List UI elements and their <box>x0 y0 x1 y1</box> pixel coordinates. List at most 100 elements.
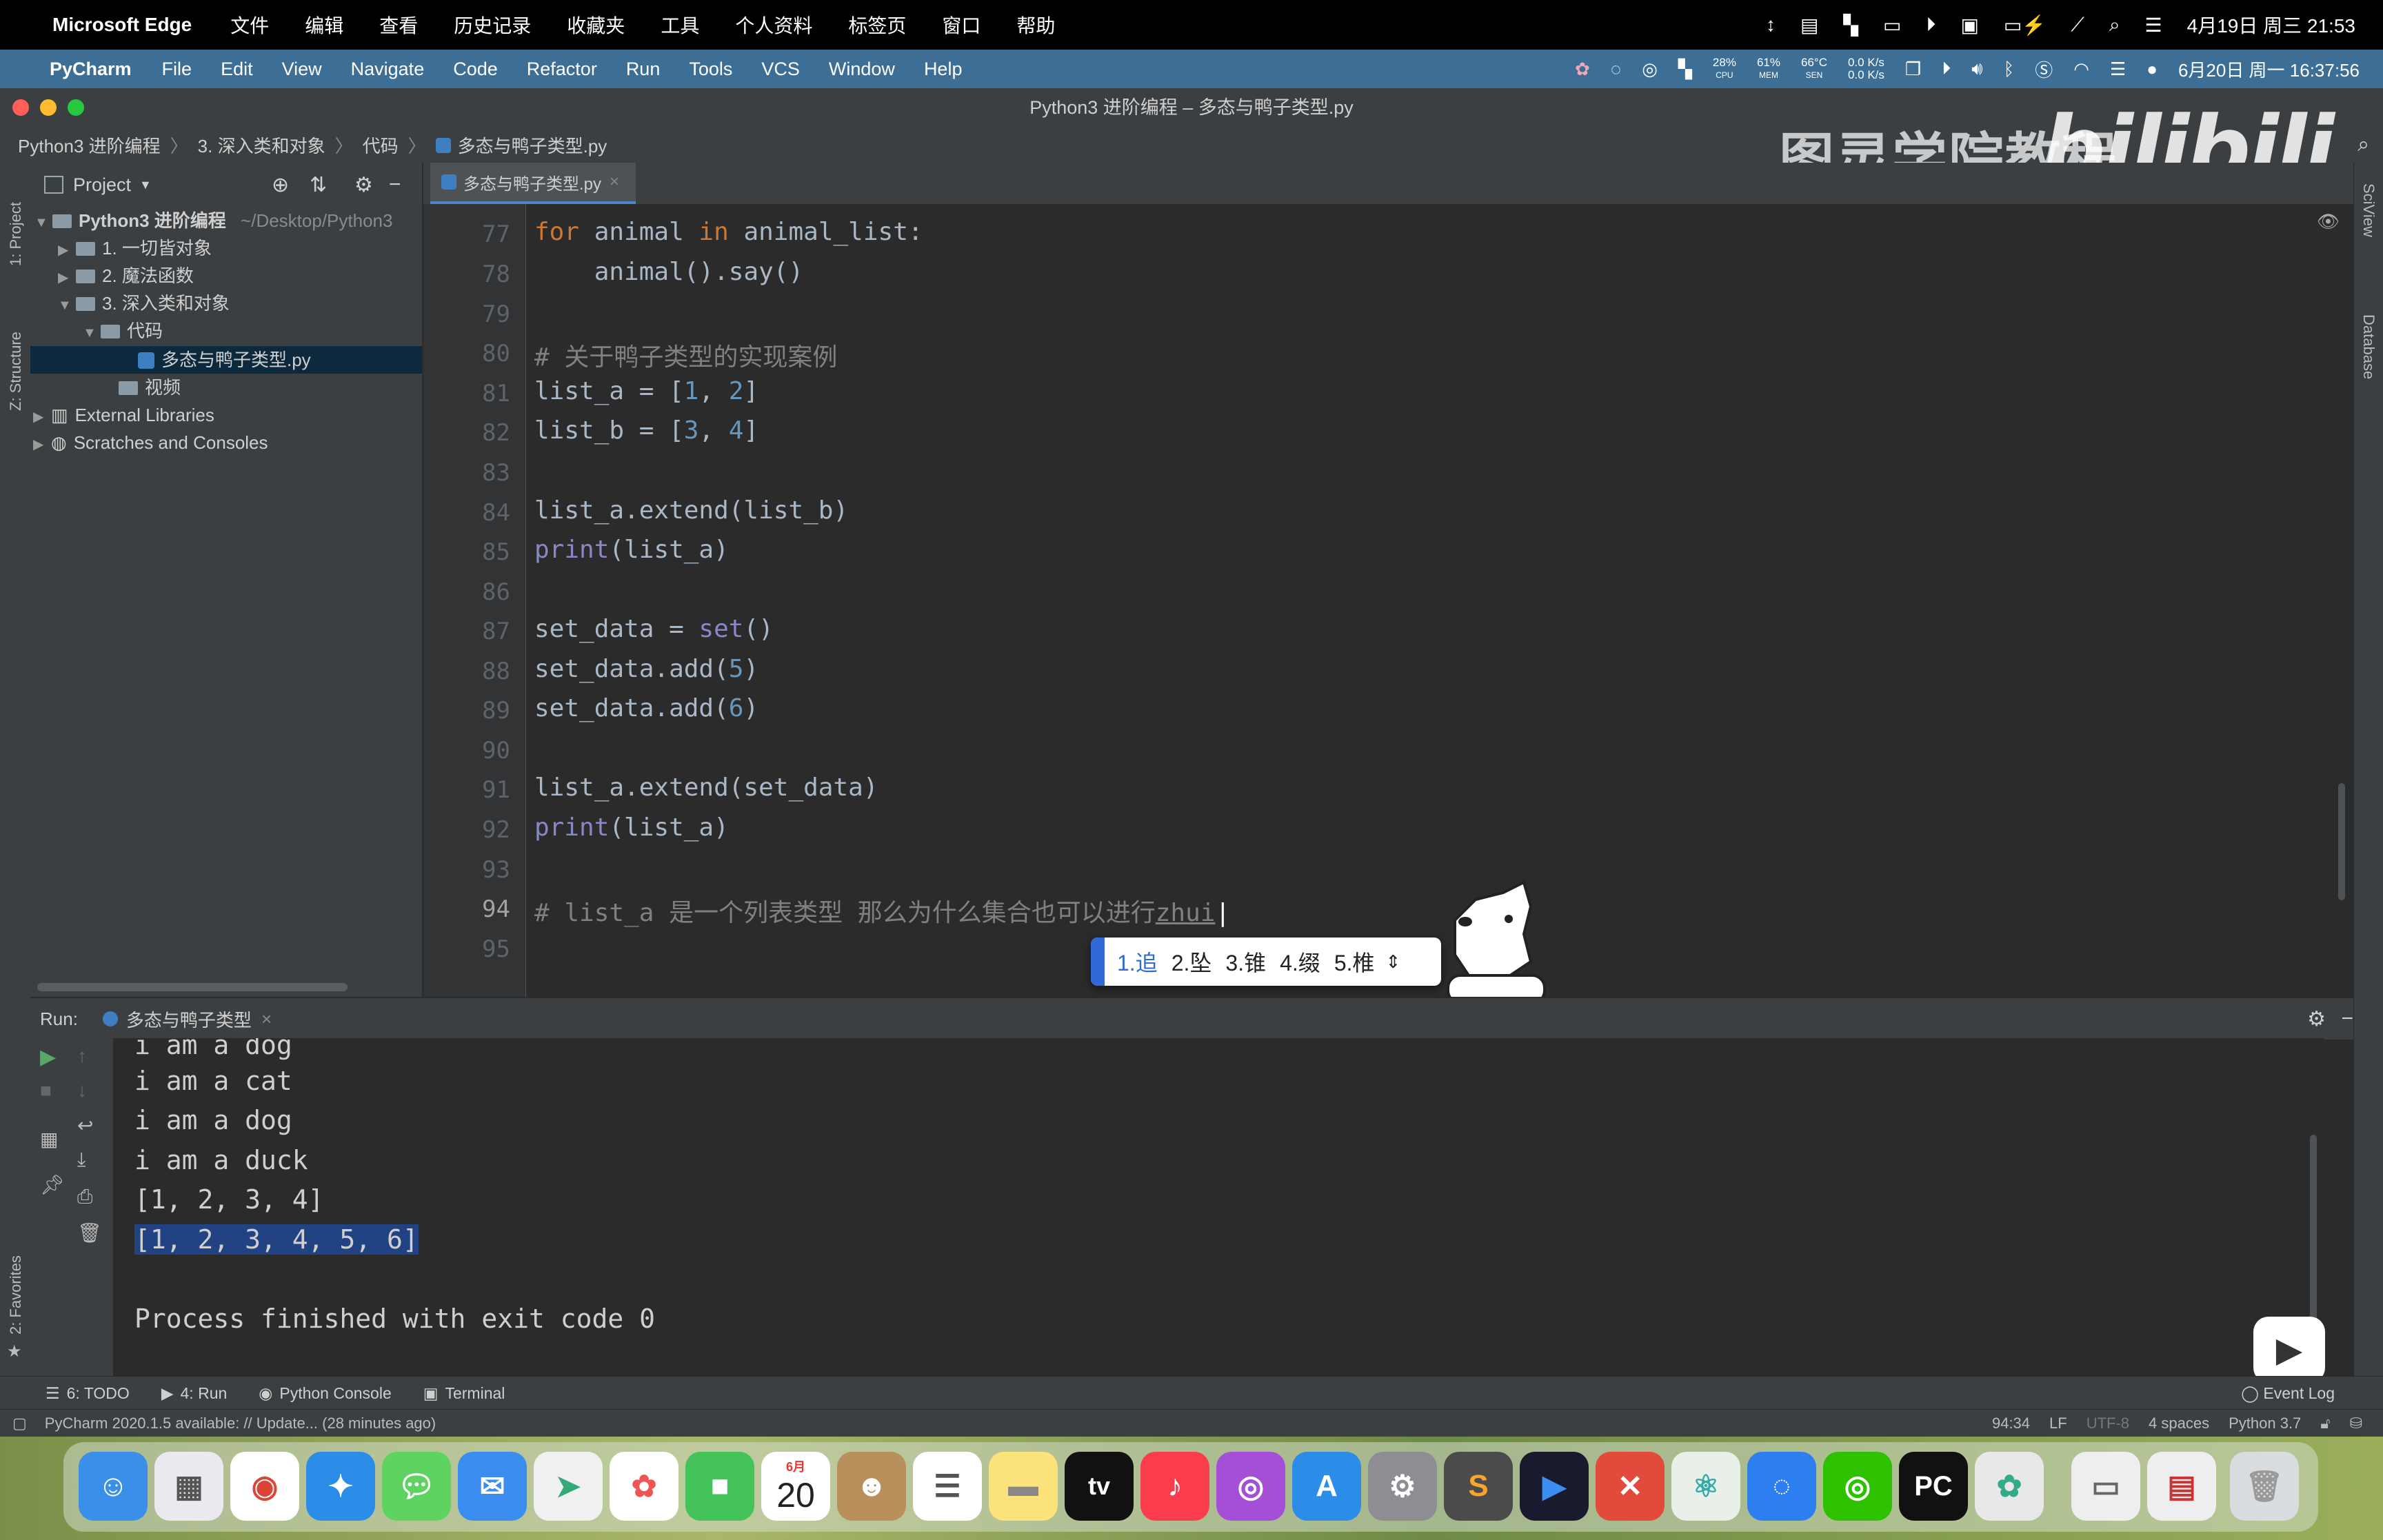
ab-icon[interactable]: ▣ <box>1960 14 1978 37</box>
apple-tv-icon[interactable]: tv <box>1065 1452 1134 1521</box>
notes-icon[interactable]: ▬ <box>989 1452 1058 1521</box>
breadcrumb-project[interactable]: Python3 进阶编程 <box>18 132 161 158</box>
pc-clock[interactable]: 6月20日 周一 16:37:56 <box>2178 57 2360 82</box>
ime-candidate[interactable]: 1.追 <box>1117 946 1158 977</box>
chat-icon[interactable]: ◌ <box>1611 59 1621 80</box>
mac-menu-tabs[interactable]: 标签页 <box>848 11 906 39</box>
pc-menu-run[interactable]: Run <box>626 59 661 80</box>
vertical-scrollbar[interactable] <box>2338 783 2345 900</box>
flower-icon[interactable]: ✿ <box>1575 59 1590 80</box>
tab-active-file[interactable]: 多态与鸭子类型.py × <box>430 163 636 204</box>
mail-icon[interactable]: ✉ <box>458 1452 527 1521</box>
control-center-icon[interactable]: ☰ <box>2110 59 2126 80</box>
window-icon[interactable]: ❐ <box>1905 59 1921 80</box>
pc-menu-vcs[interactable]: VCS <box>761 59 800 80</box>
memory-indicator-icon[interactable]: ⛁ <box>2350 1415 2362 1432</box>
pc-menu-navigate[interactable]: Navigate <box>351 59 425 80</box>
contacts-icon[interactable]: ☻ <box>837 1452 906 1521</box>
collapse-icon[interactable]: ⇅ <box>310 173 327 197</box>
player-icon[interactable]: ▶ <box>1520 1452 1589 1521</box>
sciview-tool-button[interactable]: SciView <box>2360 183 2377 237</box>
pc-menu-tools[interactable]: Tools <box>689 59 732 80</box>
chevron-right-icon[interactable]: ▶ <box>58 264 76 292</box>
chevron-down-icon[interactable]: ▼ <box>34 209 52 236</box>
wifi-icon[interactable]: ◠ <box>2073 59 2089 80</box>
sensor-meter[interactable]: 66°C SEN <box>1801 57 1827 81</box>
mac-menu-profile[interactable]: 个人资料 <box>735 11 812 39</box>
network-meter[interactable]: 0.0 K/s 0.0 K/s <box>1848 57 1884 81</box>
podcasts-icon[interactable]: ◎ <box>1216 1452 1285 1521</box>
chevron-right-icon[interactable]: ▶ <box>58 236 76 264</box>
sublime-text-icon[interactable]: S <box>1444 1452 1513 1521</box>
chevron-down-icon[interactable]: ▼ <box>83 319 101 347</box>
messages-icon[interactable]: 💬︎ <box>382 1452 451 1521</box>
ime-page-arrows-icon[interactable]: ⇕ <box>1386 951 1401 973</box>
trash-icon[interactable]: 🗑︎ <box>2230 1452 2299 1521</box>
ime-candidate[interactable]: 2.坠 <box>1172 946 1212 977</box>
tree-item[interactable]: ▶ 2. 魔法函数 <box>58 262 194 290</box>
locate-icon[interactable]: ⊕ <box>272 173 289 197</box>
mac-menu-view[interactable]: 查看 <box>379 11 418 39</box>
app-store-icon[interactable]: A <box>1292 1452 1361 1521</box>
tree-item[interactable]: 视频 <box>101 374 181 401</box>
minimize-panel-icon[interactable]: − <box>2341 1007 2353 1031</box>
close-icon[interactable]: × <box>610 172 619 192</box>
mac-menu-edit[interactable]: 编辑 <box>305 11 343 39</box>
facetime-icon[interactable]: ■ <box>685 1452 754 1521</box>
system-preferences-icon[interactable]: ⚙ <box>1368 1452 1437 1521</box>
launchpad-icon[interactable]: ▦ <box>154 1452 223 1521</box>
chevron-down-icon[interactable]: ▼ <box>139 178 152 192</box>
console-output[interactable]: i am a dog i am a cat i am a dog i am a … <box>114 1038 2324 1376</box>
pc-menu-refactor[interactable]: Refactor <box>527 59 597 80</box>
photos-icon[interactable]: ✿ <box>610 1452 678 1521</box>
pc-menu-view[interactable]: View <box>282 59 322 80</box>
breadcrumb-file[interactable]: 多态与鸭子类型.py <box>458 132 607 158</box>
control-center-icon[interactable]: ☰ <box>2145 14 2162 37</box>
search-icon[interactable]: ⌕ <box>2357 133 2369 156</box>
chat-app-icon[interactable]: ◌ <box>1747 1452 1816 1521</box>
tree-item-selected[interactable]: 多态与鸭子类型.py <box>30 346 422 374</box>
layout-icon[interactable]: ▦ <box>40 1128 58 1151</box>
battery-icon[interactable]: ▭⚡ <box>2004 14 2046 37</box>
ime-candidate[interactable]: 3.锥 <box>1225 946 1266 977</box>
chevron-right-icon[interactable]: ▶ <box>33 431 51 458</box>
run-tool-button[interactable]: 4: Run <box>181 1384 228 1403</box>
pc-menu-window[interactable]: Window <box>829 59 895 80</box>
mac-menu-favorites[interactable]: 收藏夹 <box>567 11 625 39</box>
upload-icon[interactable]: ↕ <box>1766 14 1776 36</box>
calendar-icon[interactable]: 6月 20 <box>761 1452 830 1521</box>
scroll-to-end-icon[interactable]: ⤓ <box>77 1148 86 1171</box>
star-icon[interactable]: ★ <box>7 1341 22 1361</box>
wifi-off-icon[interactable]: ⟋ <box>2071 14 2084 37</box>
todo-tool-button[interactable]: 6: TODO <box>67 1384 130 1403</box>
project-view-selector[interactable]: Project <box>73 174 131 196</box>
wechat-icon[interactable]: ◎ <box>1642 59 1658 80</box>
maps-icon[interactable]: ➤ <box>534 1452 603 1521</box>
toggle-panels-icon[interactable]: ▢ <box>12 1415 27 1432</box>
caret-position[interactable]: 94:34 <box>1992 1415 2030 1432</box>
xmind-icon[interactable]: ✕ <box>1596 1452 1665 1521</box>
event-log-button[interactable]: ◯ Event Log <box>2241 1384 2335 1403</box>
pc-menu-code[interactable]: Code <box>453 59 498 80</box>
python-console-tool-button[interactable]: Python Console <box>279 1384 391 1403</box>
gear-icon[interactable]: ⚙ <box>354 173 373 197</box>
structure-tool-button[interactable]: Z: Structure <box>7 332 25 411</box>
code-editor[interactable]: for animal in animal_list: animal().say(… <box>526 204 2353 997</box>
finder-icon[interactable]: ☺ <box>79 1452 148 1521</box>
pc-app-name[interactable]: PyCharm <box>50 59 132 80</box>
mac-menu-file[interactable]: 文件 <box>230 11 269 39</box>
pc-menu-file[interactable]: File <box>162 59 192 80</box>
mac-menu-help[interactable]: 帮助 <box>1016 11 1055 39</box>
tree-item[interactable]: ▶ ▥ External Libraries <box>33 401 214 429</box>
stop-icon[interactable]: ■ <box>40 1080 52 1102</box>
down-arrow-icon[interactable]: ↓ <box>77 1080 87 1102</box>
screenshot-thumb-icon[interactable]: ▭ <box>2071 1452 2140 1521</box>
bluetooth-icon[interactable]: ᛒ <box>2004 59 2015 80</box>
up-arrow-icon[interactable]: ↑ <box>77 1045 87 1067</box>
minimize-panel-icon[interactable]: − <box>389 173 401 196</box>
s-app-icon[interactable]: Ⓢ <box>2035 57 2053 82</box>
rerun-icon[interactable]: ▶ <box>40 1045 56 1069</box>
soft-wrap-icon[interactable]: ↩ <box>77 1114 93 1137</box>
sidebar-icon[interactable]: ▤ <box>1800 14 1818 37</box>
safari-icon[interactable]: ✦ <box>306 1452 375 1521</box>
